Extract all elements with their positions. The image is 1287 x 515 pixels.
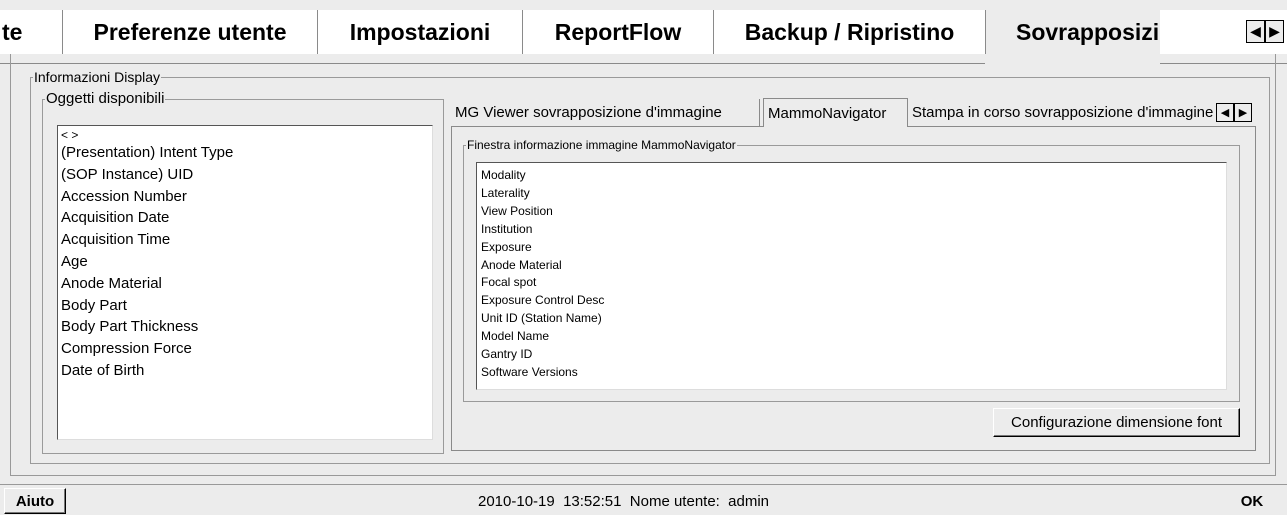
status-bar: Aiuto 2010-10-19 13:52:51 Nome utente: a…: [0, 484, 1287, 515]
list-item[interactable]: Anode Material: [481, 257, 1222, 275]
tab-label: Impostazioni: [349, 18, 491, 45]
available-objects-legend: Oggetti disponibili: [46, 90, 165, 107]
status-text: 2010-10-19 13:52:51 Nome utente: admin: [478, 493, 770, 510]
sub-tab-scroll-right-icon[interactable]: ▶: [1234, 103, 1252, 122]
tab-reportflow[interactable]: ReportFlow: [523, 10, 714, 54]
list-item[interactable]: < >: [61, 128, 429, 142]
ok-button[interactable]: OK: [1222, 489, 1282, 514]
list-item[interactable]: (SOP Instance) UID: [61, 164, 429, 186]
main-tab-strip: te Preferenze utente Impostazioni Report…: [0, 10, 1287, 64]
list-item[interactable]: Laterality: [481, 185, 1222, 203]
display-info-legend: Informazioni Display: [34, 69, 161, 85]
font-size-config-button[interactable]: Configurazione dimensione font: [993, 408, 1240, 437]
list-item[interactable]: Compression Force: [61, 338, 429, 360]
list-item[interactable]: Unit ID (Station Name): [481, 310, 1222, 328]
list-item[interactable]: Body Part: [61, 295, 429, 317]
help-button[interactable]: Aiuto: [4, 488, 66, 514]
list-item[interactable]: View Position: [481, 203, 1222, 221]
tab-label: Backup / Ripristino: [744, 18, 955, 45]
list-item[interactable]: Exposure: [481, 239, 1222, 257]
list-item[interactable]: Anode Material: [61, 273, 429, 295]
tab-label: ReportFlow: [554, 18, 682, 45]
sub-tab-label: MammoNavigator: [768, 104, 887, 122]
list-item[interactable]: Focal spot: [481, 274, 1222, 292]
list-item[interactable]: Modality: [481, 167, 1222, 185]
sub-tab-scroll-left-icon[interactable]: ◀: [1216, 103, 1234, 122]
list-item[interactable]: Exposure Control Desc: [481, 292, 1222, 310]
available-objects-list[interactable]: < > (Presentation) Intent Type (SOP Inst…: [57, 125, 433, 440]
list-item[interactable]: Gantry ID: [481, 346, 1222, 364]
list-item[interactable]: Acquisition Time: [61, 229, 429, 251]
tab-preferenze-utente[interactable]: Preferenze utente: [63, 10, 318, 54]
tab-sovrapposizione[interactable]: Sovrapposizione: [986, 10, 1160, 54]
tab-scroll-right-icon[interactable]: ▶: [1265, 20, 1284, 43]
tab-impostazioni[interactable]: Impostazioni: [318, 10, 523, 54]
tab-previous-truncated[interactable]: te: [0, 10, 63, 54]
info-window-list[interactable]: Modality Laterality View Position Instit…: [476, 162, 1227, 390]
sub-tab-label: Stampa in corso sovrapposizione d'immagi…: [912, 104, 1214, 121]
list-item[interactable]: Date of Birth: [61, 360, 429, 382]
tab-mg-viewer-overlay[interactable]: MG Viewer sovrapposizione d'immagine: [451, 99, 760, 126]
sub-tab-label: MG Viewer sovrapposizione d'immagine: [455, 104, 722, 121]
tab-backup-ripristino[interactable]: Backup / Ripristino: [714, 10, 986, 54]
tab-label: te: [2, 18, 23, 45]
list-item[interactable]: Model Name: [481, 328, 1222, 346]
tab-label: Preferenze utente: [93, 18, 287, 45]
list-item[interactable]: (Presentation) Intent Type: [61, 142, 429, 164]
tab-label: Sovrapposizione: [1016, 18, 1160, 45]
list-item[interactable]: Institution: [481, 221, 1222, 239]
tab-scroll-left-icon[interactable]: ◀: [1246, 20, 1265, 43]
list-item[interactable]: Body Part Thickness: [61, 316, 429, 338]
list-item[interactable]: Accession Number: [61, 186, 429, 208]
list-item[interactable]: Software Versions: [481, 364, 1222, 382]
list-item[interactable]: Acquisition Date: [61, 207, 429, 229]
tab-print-overlay[interactable]: Stampa in corso sovrapposizione d'immagi…: [908, 99, 1215, 126]
list-item[interactable]: Age: [61, 251, 429, 273]
info-window-legend: Finestra informazione immagine MammoNavi…: [467, 138, 736, 152]
tab-mammonavigator[interactable]: MammoNavigator: [763, 98, 908, 127]
